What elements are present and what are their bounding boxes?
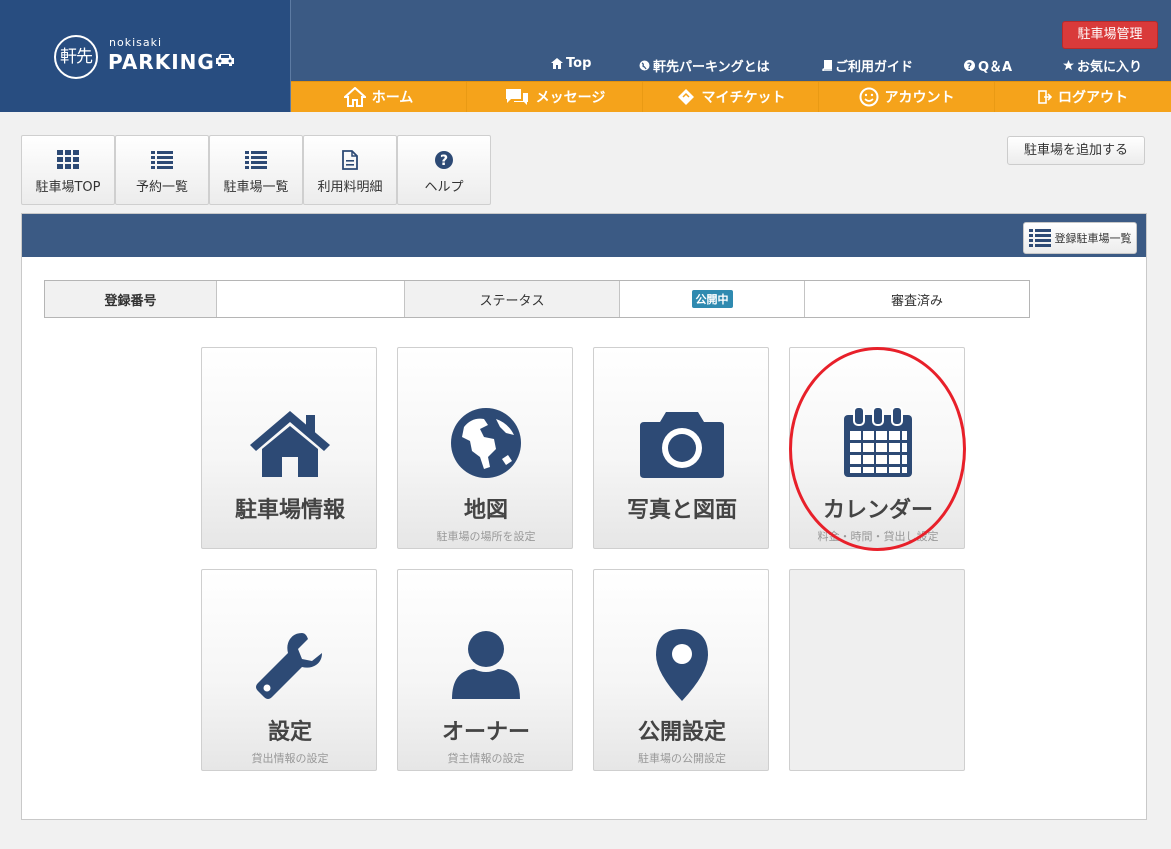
nav-label: ログアウト: [1058, 90, 1128, 106]
status-badge: 公開中: [691, 290, 733, 308]
tile-title: 駐車場情報: [234, 498, 345, 523]
tile-subtitle: 駐車場の場所を設定: [436, 530, 536, 543]
review-status: 審査済み: [890, 293, 943, 309]
panel-header: 登録駐車場一覧: [22, 214, 1146, 257]
wrench-icon: [256, 633, 322, 699]
home-icon: [343, 87, 366, 107]
tile-subtitle: 料金・時間・貸出し設定: [817, 530, 939, 543]
nav-logout[interactable]: ログアウト: [995, 82, 1171, 112]
tile-title: カレンダー: [822, 498, 933, 523]
user-icon: [452, 631, 520, 699]
logo-mark: 軒先: [54, 35, 98, 79]
tile-title: 写真と図面: [626, 498, 737, 523]
add-parking-button[interactable]: 駐車場を追加する: [1007, 136, 1145, 165]
topnav-about[interactable]: 軒先パーキングとは: [639, 56, 770, 75]
topnav-qa[interactable]: ? Q＆A: [964, 56, 1012, 75]
nav-label: アカウント: [884, 90, 955, 106]
topnav-top[interactable]: Top: [551, 56, 591, 71]
topnav-label: Q＆A: [978, 60, 1013, 75]
tile-photos[interactable]: 写真と図面: [593, 347, 769, 549]
registration-number-label: 登録番号: [45, 281, 217, 317]
grid-icon: [57, 150, 79, 169]
list-icon: [1028, 229, 1051, 247]
question-icon: ?: [964, 60, 975, 71]
car-icon: [216, 54, 234, 66]
toolbar-reservations[interactable]: 予約一覧: [115, 135, 209, 205]
camera-icon: [640, 412, 724, 478]
nav-label: ホーム: [371, 90, 414, 106]
document-icon: [342, 150, 358, 170]
nav-my-ticket[interactable]: マイチケット: [643, 82, 819, 112]
tile-publish-settings[interactable]: 公開設定 駐車場の公開設定: [593, 569, 769, 771]
tile-subtitle: 貸主情報の設定: [447, 752, 525, 765]
topnav-label: お気に入り: [1077, 60, 1143, 75]
tile-title: 公開設定: [637, 720, 726, 745]
toolbar-help[interactable]: ? ヘルプ: [397, 135, 491, 205]
site-header: 軒先 nokisaki PARKING 駐車場管理 Top 軒先パーキングとは …: [0, 0, 1171, 112]
svg-text:?: ?: [440, 153, 448, 169]
toolbar-parking-top[interactable]: 駐車場TOP: [21, 135, 115, 205]
toolbar-label: 予約一覧: [135, 180, 188, 195]
toolbar-label: ヘルプ: [424, 180, 464, 195]
top-nav: Top 軒先パーキングとは ご利用ガイド ? Q＆A お気に入り: [291, 56, 1171, 75]
toolbar-parking-list[interactable]: 駐車場一覧: [209, 135, 303, 205]
list-button-label: 登録駐車場一覧: [1054, 232, 1132, 245]
home-icon: [551, 58, 563, 69]
logo-title: PARKING: [108, 50, 215, 74]
book-icon: [822, 60, 832, 71]
star-icon: [1063, 60, 1074, 71]
house-icon: [250, 411, 330, 477]
registered-parking-list-button[interactable]: 登録駐車場一覧: [1023, 222, 1137, 254]
help-icon: ?: [435, 151, 453, 169]
map-pin-icon: [656, 629, 708, 701]
toolbar-label: 利用料明細: [317, 180, 383, 195]
smile-icon: [859, 87, 878, 107]
toolbar-label: 駐車場TOP: [35, 180, 101, 195]
logo[interactable]: 軒先 nokisaki PARKING: [0, 0, 291, 112]
tile-subtitle: 駐車場の公開設定: [638, 752, 726, 765]
tile-subtitle: 貸出情報の設定: [251, 752, 329, 765]
chat-icon: [505, 89, 528, 105]
parking-info-table: 登録番号 ステータス 公開中 審査済み: [44, 280, 1030, 318]
toolbar-usage-statement[interactable]: 利用料明細: [303, 135, 397, 205]
tile-title: 地図: [463, 498, 508, 523]
globe-icon: [639, 60, 650, 71]
list-icon: [151, 151, 173, 169]
parking-panel: 登録駐車場一覧 登録番号 ステータス 公開中 審査済み: [21, 213, 1147, 820]
nav-label: メッセージ: [535, 90, 606, 106]
svg-text:?: ?: [967, 62, 972, 71]
calendar-icon: [844, 407, 912, 477]
parking-admin-button[interactable]: 駐車場管理: [1062, 21, 1158, 49]
nav-messages[interactable]: メッセージ: [467, 82, 643, 112]
topnav-label: 軒先パーキングとは: [653, 60, 770, 75]
tile-owner[interactable]: オーナー 貸主情報の設定: [397, 569, 573, 771]
nav-account[interactable]: アカウント: [819, 82, 995, 112]
tile-parking-info[interactable]: 駐車場情報: [201, 347, 377, 549]
topnav-label: ご利用ガイド: [835, 60, 914, 75]
tile-settings[interactable]: 設定 貸出情報の設定: [201, 569, 377, 771]
registration-number-value: [217, 281, 405, 317]
tile-calendar[interactable]: カレンダー 料金・時間・貸出し設定: [789, 347, 965, 549]
tile-map[interactable]: 地図 駐車場の場所を設定: [397, 347, 573, 549]
tile-empty: [789, 569, 965, 771]
topnav-label: Top: [566, 56, 592, 71]
main-nav: ホーム メッセージ マイチケット アカウント ログアウト: [291, 81, 1171, 112]
status-label: ステータス: [405, 281, 620, 317]
toolbar-label: 駐車場一覧: [223, 180, 289, 195]
logout-icon: [1038, 90, 1052, 104]
topnav-guide[interactable]: ご利用ガイド: [822, 56, 913, 75]
ticket-icon: [677, 89, 694, 105]
list-icon: [245, 151, 267, 169]
nav-label: マイチケット: [701, 90, 786, 106]
topnav-favorites[interactable]: お気に入り: [1063, 56, 1142, 75]
tile-title: 設定: [267, 720, 312, 745]
status-cell: 公開中: [620, 281, 805, 317]
tile-title: オーナー: [441, 720, 530, 745]
nav-home[interactable]: ホーム: [291, 82, 467, 112]
globe-icon: [451, 408, 521, 478]
logo-subtitle: nokisaki: [109, 36, 163, 49]
